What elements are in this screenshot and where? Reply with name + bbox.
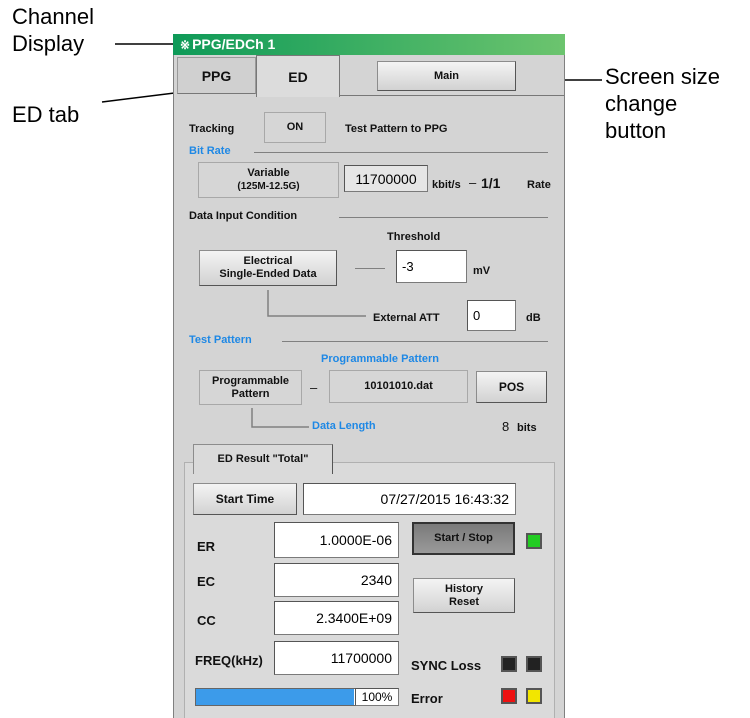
tracking-on-button[interactable]: ON — [264, 112, 326, 143]
bit-rate-section-label: Bit Rate — [189, 145, 231, 157]
pattern-dash: – — [310, 380, 318, 395]
progress-bar-fill — [196, 689, 354, 705]
ec-value: 2340 — [274, 563, 399, 597]
channel-display-titlebar: ※ PPG/EDCh 1 — [173, 34, 565, 55]
error-label: Error — [411, 691, 443, 706]
er-label: ER — [197, 539, 216, 554]
ec-label: EC — [197, 574, 216, 589]
bit-rate-mode-button[interactable]: Variable (125M-12.5G) — [198, 162, 339, 198]
tab-ppg[interactable]: PPG — [177, 57, 256, 94]
external-att-label: External ATT — [373, 312, 440, 324]
data-length-label: Data Length — [312, 420, 376, 432]
freq-label: FREQ(kHz) — [195, 653, 263, 668]
freq-value: 11700000 — [274, 641, 399, 675]
bit-rate-dash: – — [469, 175, 477, 190]
threshold-label: Threshold — [387, 231, 441, 243]
sync-loss-led-current-icon — [501, 656, 517, 672]
history-reset-button[interactable]: History Reset — [413, 578, 515, 613]
external-att-unit: dB — [526, 312, 541, 324]
data-input-divider — [339, 217, 548, 218]
error-led-current-icon — [501, 688, 517, 704]
tab-ed[interactable]: ED — [256, 55, 340, 97]
bit-rate-unit: kbit/s — [432, 179, 461, 191]
programmable-pattern-label: Programmable Pattern — [321, 353, 439, 365]
threshold-unit: mV — [473, 265, 491, 277]
bit-rate-ratio: 1/1 — [481, 175, 501, 191]
bit-rate-value-field[interactable]: 11700000 — [344, 165, 428, 192]
external-att-input[interactable]: 0 — [467, 300, 516, 331]
channel-icon: ※ — [180, 38, 191, 52]
start-time-button[interactable]: Start Time — [193, 483, 297, 515]
channel-title: PPG/EDCh 1 — [192, 36, 276, 52]
sync-loss-label: SYNC Loss — [411, 658, 482, 673]
cc-value: 2.3400E+09 — [274, 601, 399, 635]
data-length-value: 8 — [502, 419, 510, 434]
data-length-unit: bits — [517, 422, 537, 434]
att-connector — [267, 290, 366, 317]
threshold-connector — [355, 268, 385, 269]
ed-result-tab[interactable]: ED Result "Total" — [193, 444, 333, 474]
rate-label: Rate — [527, 179, 551, 191]
pattern-type-button[interactable]: Programmable Pattern — [199, 370, 302, 405]
er-value: 1.0000E-06 — [274, 522, 399, 558]
error-led-history-icon — [526, 688, 542, 704]
data-length-connector — [251, 408, 309, 428]
pattern-file-button[interactable]: 10101010.dat — [329, 370, 468, 403]
test-pattern-divider — [282, 341, 548, 342]
data-input-section-label: Data Input Condition — [189, 210, 298, 222]
start-stop-button[interactable]: Start / Stop — [412, 522, 515, 555]
tracking-label: Tracking — [189, 123, 235, 135]
start-time-value: 07/27/2015 16:43:32 — [303, 483, 516, 515]
bit-rate-divider — [254, 152, 548, 153]
pos-button[interactable]: POS — [476, 371, 547, 403]
tracking-text: Test Pattern to PPG — [345, 123, 448, 135]
threshold-input[interactable]: -3 — [396, 250, 467, 283]
progress-percent: 100% — [355, 688, 399, 706]
running-led-icon — [526, 533, 542, 549]
cc-label: CC — [197, 613, 216, 628]
test-pattern-section-label: Test Pattern — [189, 334, 252, 346]
sync-loss-led-history-icon — [526, 656, 542, 672]
input-type-button[interactable]: Electrical Single-Ended Data — [199, 250, 337, 286]
main-button[interactable]: Main — [377, 61, 516, 91]
tab-baseline — [340, 95, 564, 96]
